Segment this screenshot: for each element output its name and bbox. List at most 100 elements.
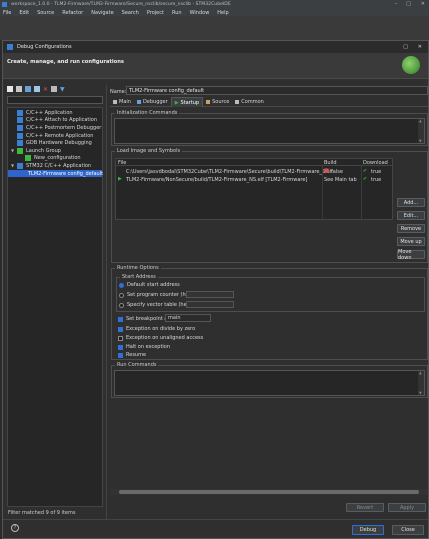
tab-label: Common — [241, 99, 264, 105]
menu-navigate[interactable]: Navigate — [91, 10, 113, 16]
new-config-icon[interactable] — [7, 86, 13, 92]
radio-default-start[interactable]: Default start address — [119, 282, 180, 288]
collapse-all-icon[interactable] — [51, 86, 58, 92]
revert-button[interactable]: Revert — [346, 503, 384, 512]
run-scrollbar[interactable]: ▲ ▼ — [418, 371, 424, 395]
apply-button[interactable]: Apply — [388, 503, 426, 512]
menu-edit[interactable]: Edit — [19, 10, 29, 16]
radio-set-pc[interactable]: Set program counter (hex): — [119, 292, 195, 298]
radio-button[interactable] — [119, 302, 124, 308]
col-download-header[interactable]: Download — [363, 160, 388, 166]
remove-image-button[interactable]: Remove — [397, 224, 425, 233]
tree-item-c-postmortem[interactable]: C/C++ Postmortem Debugger — [8, 124, 102, 132]
checkbox[interactable] — [118, 316, 123, 322]
tree-item-gdb-hardware[interactable]: GDB Hardware Debugging — [8, 139, 102, 147]
move-down-button[interactable]: Move down — [397, 249, 425, 261]
filter-icon[interactable]: ▼ — [60, 86, 65, 93]
tree-item-tlm2-config[interactable]: TLM2-Firmware config_default — [8, 169, 104, 178]
halt-on-exception-check[interactable]: Halt on exception — [118, 344, 170, 350]
run-commands-label: Run Commands — [115, 362, 159, 368]
checkbox[interactable] — [118, 352, 123, 358]
tree-item-c-attach[interactable]: C/C++ Attach to Application — [8, 117, 102, 125]
horizontal-scrollbar[interactable] — [111, 489, 428, 495]
debugger-tab-icon — [136, 100, 141, 104]
tree-label: TLM2-Firmware config_default — [28, 170, 104, 177]
tab-label: Debugger — [142, 99, 168, 105]
col-file-header[interactable]: File — [118, 160, 126, 166]
name-field[interactable]: TLM2-Firmware config_default — [126, 86, 428, 95]
table-divider — [361, 166, 362, 219]
tab-source[interactable]: Source — [203, 98, 232, 107]
table-row[interactable]: ▶ TLM2-Firmware/NonSecure/build/TLM2-Fir… — [116, 176, 392, 184]
menu-source[interactable]: Source — [37, 10, 54, 16]
export-icon[interactable] — [25, 86, 31, 92]
dialog-title-bar: Debug Configurations □ ✕ — [3, 41, 428, 53]
new-prototype-icon[interactable] — [16, 86, 22, 92]
checkbox-label: Halt on exception — [126, 344, 171, 350]
resume-check[interactable]: Resume — [118, 352, 146, 358]
add-image-button[interactable]: Add... — [397, 198, 425, 207]
build-cell: See Main tab — [324, 177, 357, 183]
init-commands-textarea[interactable]: ▲ ▼ — [114, 118, 425, 144]
download-cell: true — [371, 169, 382, 175]
tree-label: GDB Hardware Debugging — [26, 140, 92, 147]
menu-project[interactable]: Project — [147, 10, 164, 16]
menu-file[interactable]: File — [3, 10, 11, 16]
unaligned-access-check[interactable]: Exception on unaligned access — [118, 335, 203, 341]
c-app-icon — [17, 109, 23, 116]
tab-debugger[interactable]: Debugger — [134, 98, 171, 107]
dialog-close-icon[interactable]: ✕ — [418, 44, 422, 50]
tab-common[interactable]: Common — [232, 98, 267, 107]
load-images-group: Load Image and Symbols File Build Downlo… — [111, 148, 428, 263]
divide-by-zero-check[interactable]: Exception on divide by zero — [118, 326, 195, 332]
checkbox[interactable] — [118, 326, 123, 332]
radio-button[interactable] — [119, 292, 124, 298]
menu-search[interactable]: Search — [122, 10, 139, 16]
menu-help[interactable]: Help — [217, 10, 228, 16]
dialog-title: Debug Configurations — [17, 44, 72, 50]
scrollbar-thumb[interactable] — [119, 490, 419, 494]
col-build-header[interactable]: Build — [324, 160, 337, 166]
checkbox-label: Resume — [126, 352, 147, 358]
debug-button[interactable]: Debug — [352, 525, 384, 535]
checkbox[interactable] — [118, 344, 123, 350]
program-counter-input[interactable] — [186, 291, 234, 298]
radio-vector-table[interactable]: Specify vector table (hex): — [119, 302, 193, 308]
breakpoint-input[interactable]: main — [165, 314, 211, 322]
run-commands-textarea[interactable]: ▲ ▼ — [114, 370, 425, 396]
duplicate-icon[interactable] — [34, 86, 40, 92]
download-check-icon: ✔ — [363, 176, 368, 182]
ide-toolbar — [0, 16, 429, 40]
sash[interactable] — [106, 85, 107, 519]
tab-main[interactable]: Main — [110, 98, 134, 107]
delete-icon[interactable]: ✕ — [43, 86, 48, 93]
tree-item-c-remote[interactable]: C/C++ Remote Application — [8, 132, 102, 140]
tree-item-launch-group[interactable]: ▼ Launch Group — [8, 147, 102, 155]
tree-item-stm32-app[interactable]: ▼ STM32 C/C++ Application — [8, 162, 102, 170]
help-icon[interactable]: ? — [11, 524, 19, 532]
set-breakpoint-check[interactable]: Set breakpoint at: — [118, 316, 171, 322]
ide-title-text: workspace_1.0.0 - TLM2-Firmware/TLM2-Fir… — [11, 2, 231, 7]
checkbox[interactable] — [118, 335, 123, 341]
init-scrollbar[interactable]: ▲ ▼ — [418, 119, 424, 143]
tab-startup[interactable]: ▶ Startup — [170, 97, 204, 107]
dialog-header: Create, manage, and run configurations — [3, 53, 428, 79]
move-up-button[interactable]: Move up — [397, 237, 425, 246]
menu-window[interactable]: Window — [190, 10, 210, 16]
vector-table-input[interactable] — [186, 301, 234, 308]
ide-minimize-icon[interactable]: – — [395, 1, 398, 7]
edit-image-button[interactable]: Edit... — [397, 211, 425, 220]
table-row[interactable]: C:\Users\jasvdbodal\STM32Cube\TLM2-Firmw… — [116, 168, 392, 176]
tree-item-c-application[interactable]: C/C++ Application — [8, 109, 102, 117]
ide-maximize-icon[interactable]: □ — [406, 1, 411, 7]
dialog-maximize-icon[interactable]: □ — [403, 44, 408, 50]
menu-run[interactable]: Run — [172, 10, 182, 16]
close-button[interactable]: Close — [392, 525, 424, 535]
download-check-icon: ✔ — [363, 168, 368, 174]
tree-item-new-configuration[interactable]: New_configuration — [8, 155, 102, 163]
menu-refactor[interactable]: Refactor — [62, 10, 83, 16]
radio-button[interactable] — [119, 282, 124, 288]
filter-input[interactable] — [7, 96, 103, 104]
ide-close-icon[interactable]: ✕ — [421, 1, 425, 7]
gdb-icon — [17, 140, 23, 147]
